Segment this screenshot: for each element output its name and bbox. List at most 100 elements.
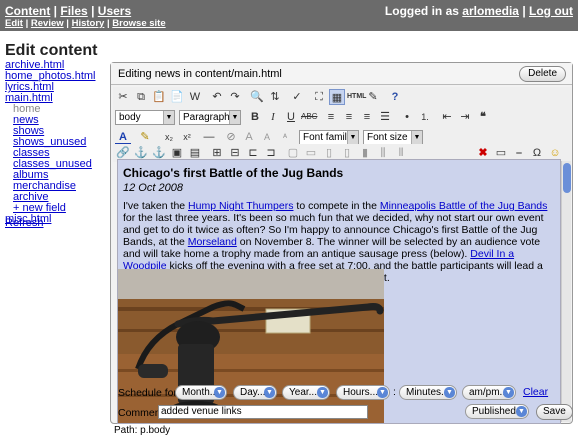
font-family-select-value: Font family bbox=[303, 132, 352, 143]
day-select-value: Day... bbox=[240, 387, 266, 398]
nav-review[interactable]: Review bbox=[31, 18, 64, 29]
chevron-down-icon: ▼ bbox=[411, 131, 422, 144]
paste-icon[interactable]: 📋 bbox=[151, 89, 167, 105]
article-date: 12 Oct 2008 bbox=[123, 182, 183, 194]
schedule-label: Schedule for: bbox=[118, 387, 180, 399]
hours-select-value: Hours... bbox=[343, 387, 379, 398]
align-left-icon[interactable]: ≡ bbox=[323, 109, 339, 125]
logout-link[interactable]: Log out bbox=[529, 4, 573, 18]
justify-icon[interactable]: ☰ bbox=[377, 109, 393, 125]
chevron-down-icon: ▼ bbox=[347, 131, 358, 144]
replace-icon[interactable]: ⇅ bbox=[267, 89, 283, 105]
underline-icon[interactable]: U bbox=[283, 109, 299, 125]
schedule-panel: Schedule for: Month... ▼ Day... ▼ Year... ▼… bbox=[110, 379, 573, 425]
chevron-down-icon: ▼ bbox=[503, 387, 514, 398]
font-size-select-value: Font size bbox=[367, 132, 408, 143]
secondary-nav: Edit | Review | History | Browse site bbox=[5, 18, 166, 29]
username-link[interactable]: arlomedia bbox=[462, 4, 519, 18]
highlight-icon[interactable]: ✎ bbox=[137, 129, 153, 145]
chevron-down-icon: ▼ bbox=[317, 387, 328, 398]
toolbar-row-2: body ▼ Paragraph ▼ B I U ABC ≡ ≡ ≡ ☰ • 1. … bbox=[113, 107, 571, 127]
status-select[interactable]: Published ▼ bbox=[465, 404, 529, 419]
chevron-down-icon: ▼ bbox=[163, 111, 174, 124]
font-size-up-icon[interactable]: A bbox=[259, 129, 275, 145]
day-select[interactable]: Day... ▼ bbox=[233, 385, 277, 400]
primary-nav: Content | Files | Users bbox=[5, 4, 132, 18]
hr-icon[interactable]: — bbox=[201, 129, 217, 145]
save-button[interactable]: Save bbox=[536, 404, 573, 420]
paste-word-icon[interactable]: W bbox=[187, 89, 203, 105]
nav-files[interactable]: Files bbox=[60, 4, 87, 18]
cut-icon[interactable]: ✂ bbox=[115, 89, 131, 105]
editor-panel: Editing news in content/main.html Delete… bbox=[110, 62, 573, 436]
undo-icon[interactable]: ↶ bbox=[209, 89, 225, 105]
year-select[interactable]: Year... ▼ bbox=[282, 385, 330, 400]
chevron-down-icon: ▼ bbox=[444, 387, 455, 398]
chevron-down-icon: ▼ bbox=[214, 387, 225, 398]
html-icon[interactable]: HTML bbox=[347, 89, 366, 105]
superscript-icon[interactable]: x² bbox=[179, 129, 195, 145]
indent-icon[interactable]: ⇥ bbox=[457, 109, 473, 125]
find-icon[interactable]: 🔍 bbox=[249, 89, 265, 105]
format-select[interactable]: Paragraph ▼ bbox=[179, 110, 241, 125]
chevron-down-icon: ▼ bbox=[377, 387, 388, 398]
subscript-icon[interactable]: x₂ bbox=[161, 129, 177, 145]
bullet-list-icon[interactable]: • bbox=[399, 109, 415, 125]
nav-history[interactable]: History bbox=[72, 18, 105, 29]
top-bar: Content | Files | Users Edit | Review | … bbox=[0, 0, 578, 31]
status-select-value: Published bbox=[472, 406, 516, 417]
bold-icon[interactable]: B bbox=[247, 109, 263, 125]
font-style-icon[interactable]: ᴬ bbox=[277, 129, 293, 145]
visual-aid-icon[interactable]: ▦ bbox=[329, 89, 345, 105]
chevron-down-icon: ▼ bbox=[229, 111, 240, 124]
outdent-icon[interactable]: ⇤ bbox=[439, 109, 455, 125]
align-right-icon[interactable]: ≡ bbox=[359, 109, 375, 125]
ampm-select[interactable]: am/pm... ▼ bbox=[462, 385, 516, 400]
minutes-select[interactable]: Minutes... ▼ bbox=[399, 385, 457, 400]
scrollbar-thumb[interactable] bbox=[563, 163, 571, 193]
minutes-select-value: Minutes... bbox=[406, 387, 450, 398]
comment-input[interactable]: added venue links bbox=[158, 405, 368, 419]
redo-icon[interactable]: ↷ bbox=[227, 89, 243, 105]
font-size-down-icon[interactable]: A bbox=[241, 129, 257, 145]
blockquote-icon[interactable]: ❝ bbox=[475, 109, 491, 125]
page-title: Edit content bbox=[5, 42, 98, 59]
nav-edit[interactable]: Edit bbox=[5, 18, 23, 29]
link-hump-night-thumpers[interactable]: Hump Night Thumpers bbox=[188, 200, 293, 212]
element-path: Path: p.body bbox=[114, 425, 171, 436]
nav-browse-site[interactable]: Browse site bbox=[112, 18, 165, 29]
remove-format-icon[interactable]: ⊘ bbox=[223, 129, 239, 145]
format-select-value: Paragraph bbox=[183, 112, 230, 123]
align-center-icon[interactable]: ≡ bbox=[341, 109, 357, 125]
month-select[interactable]: Month... ▼ bbox=[175, 385, 227, 400]
hours-select[interactable]: Hours... ▼ bbox=[336, 385, 390, 400]
numbered-list-icon[interactable]: 1. bbox=[417, 109, 433, 125]
font-family-select[interactable]: Font family ▼ bbox=[299, 130, 359, 145]
cleanup-icon[interactable]: ✎ bbox=[365, 89, 381, 105]
time-colon: : bbox=[393, 386, 396, 398]
font-size-select[interactable]: Font size ▼ bbox=[363, 130, 423, 145]
link-morseland[interactable]: Morseland bbox=[188, 236, 237, 248]
chevron-down-icon: ▼ bbox=[264, 387, 275, 398]
refresh-link[interactable]: Refresh bbox=[5, 217, 44, 229]
article-heading: Chicago's first Battle of the Jug Bands bbox=[123, 166, 344, 180]
paste-text-icon[interactable]: 📄 bbox=[169, 89, 185, 105]
copy-icon[interactable]: ⧉ bbox=[133, 89, 149, 105]
nav-content[interactable]: Content bbox=[5, 4, 50, 18]
logged-in-label: Logged in as bbox=[384, 4, 459, 18]
fullscreen-icon[interactable]: ⛶ bbox=[311, 89, 327, 105]
clear-link[interactable]: Clear bbox=[523, 386, 548, 398]
italic-icon[interactable]: I bbox=[265, 109, 281, 125]
editor-header: Editing news in content/main.html Delete bbox=[111, 63, 572, 85]
strike-icon[interactable]: ABC bbox=[301, 109, 317, 125]
delete-button[interactable]: Delete bbox=[519, 66, 566, 82]
content-tree: archive.html home_photos.html lyrics.html m… bbox=[5, 60, 105, 225]
link-minneapolis-battle[interactable]: Minneapolis Battle of the Jug Bands bbox=[380, 200, 548, 212]
style-select[interactable]: body ▼ bbox=[115, 110, 175, 125]
spellcheck-icon[interactable]: ✓ bbox=[289, 89, 305, 105]
editor-title: Editing news in content/main.html bbox=[118, 68, 282, 80]
help-icon[interactable]: ? bbox=[387, 89, 403, 105]
nav-users[interactable]: Users bbox=[98, 4, 131, 18]
text-color-icon[interactable]: A bbox=[115, 129, 131, 145]
toolbar-row-1: ✂ ⧉ 📋 📄 W ↶ ↷ 🔍 ⇅ ✓ ⛶ ▦ HTML ✎ ? bbox=[113, 87, 571, 107]
